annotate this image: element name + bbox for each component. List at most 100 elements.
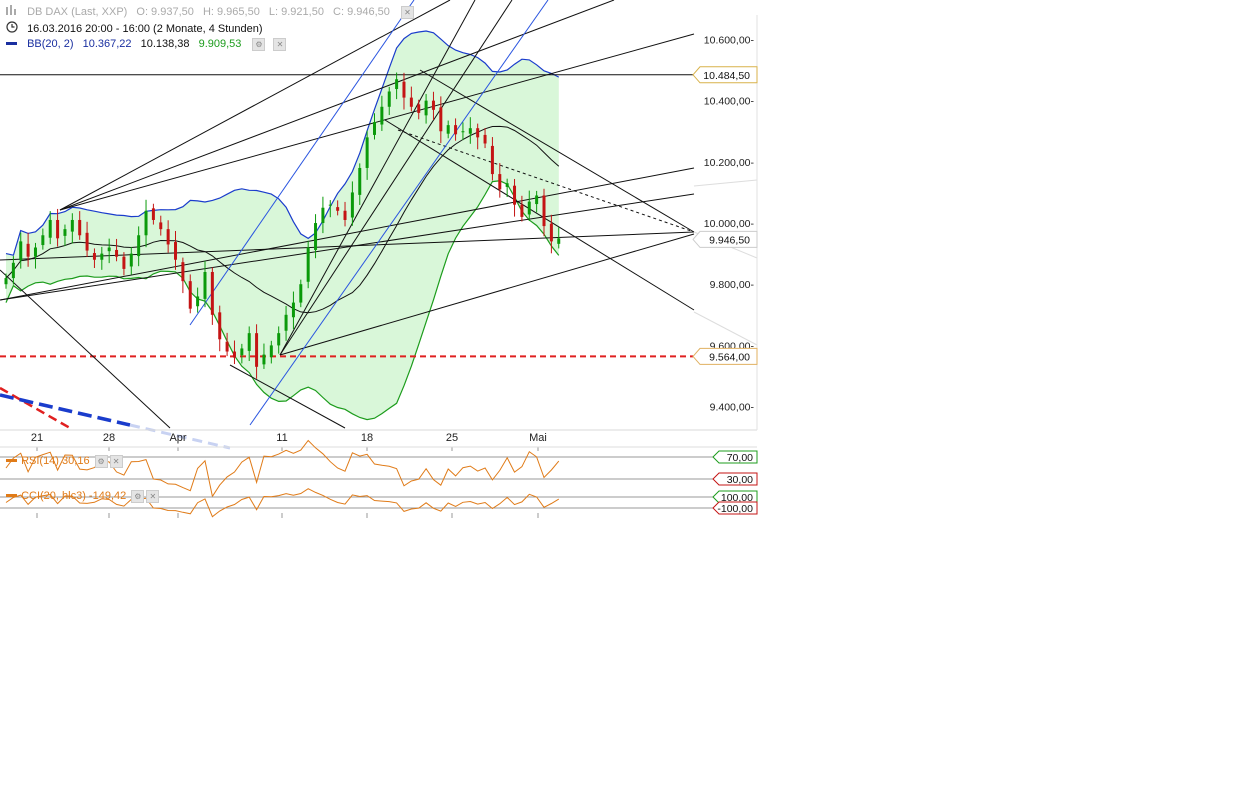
- candle-body: [358, 167, 362, 195]
- candle-body: [373, 122, 376, 135]
- candle-body: [232, 351, 236, 358]
- candle-body: [468, 128, 472, 134]
- instrument-name: DB DAX (Last, XXP): [27, 6, 128, 18]
- settings-icon[interactable]: ⚙: [131, 489, 145, 503]
- candle-body: [520, 204, 524, 217]
- clock-icon: [6, 21, 18, 37]
- trend-line: [0, 269, 171, 429]
- candle-body: [115, 249, 119, 257]
- candle-body: [181, 262, 185, 282]
- candle-body: [19, 241, 23, 261]
- candle-body: [387, 91, 391, 107]
- cci-label: CCI(20, hlc3): [21, 490, 86, 502]
- price-tick-label: 10.200,00-: [704, 157, 755, 169]
- close-icon[interactable]: ✕: [400, 5, 414, 19]
- rsi-line-icon: [6, 454, 18, 468]
- period-text: 16.03.2016 20:00 - 16:00 (2 Monate, 4 St…: [27, 22, 263, 35]
- candle-body: [284, 314, 288, 331]
- date-tick-label: Mai: [529, 432, 547, 444]
- cci-lower-label-text: -100,00: [717, 503, 753, 515]
- candle-body: [431, 100, 435, 110]
- candle-body: [483, 134, 487, 144]
- candle-body: [122, 256, 126, 269]
- candle-body: [166, 229, 170, 245]
- period-legend: 16.03.2016 20:00 - 16:00 (2 Monate, 4 St…: [6, 21, 269, 37]
- cci-line-icon: [6, 489, 18, 503]
- candle-body: [41, 235, 45, 246]
- cci-value: -149,42: [88, 490, 127, 502]
- candle-body: [439, 107, 443, 132]
- candle-body: [240, 348, 244, 356]
- candle: [181, 257, 185, 294]
- date-tick-label: 28: [103, 432, 115, 444]
- candle-body: [210, 271, 214, 315]
- instrument-legend: DB DAX (Last, XXP) O: 9.937,50 H: 9.965,…: [6, 5, 420, 19]
- price-tick-label: 9.800,00-: [710, 279, 755, 291]
- price-tick-label: 10.600,00-: [704, 34, 755, 46]
- candle-body: [262, 354, 266, 365]
- candle-body: [269, 345, 273, 358]
- candle-body: [85, 232, 89, 251]
- bb-middle: 10.138,38: [140, 38, 190, 50]
- candle-body: [402, 81, 406, 98]
- bb-legend: BB(20, 2) 10.367,22 10.138,38 9.909,53 ⚙…: [6, 37, 292, 51]
- bb-upper: 10.367,22: [82, 38, 132, 50]
- candle-body: [365, 137, 369, 168]
- date-tick-label: Apr: [169, 432, 186, 444]
- rsi-lower-label: 30,00: [712, 472, 758, 486]
- candle-body: [380, 106, 384, 125]
- date-tick-label: 25: [446, 432, 458, 444]
- candle-body: [188, 281, 192, 309]
- candle-body: [159, 222, 163, 230]
- candle-body: [395, 79, 399, 90]
- chart-icon: [6, 5, 18, 19]
- rsi-lower-label-text: 30,00: [727, 474, 753, 486]
- settings-icon[interactable]: ⚙: [252, 37, 266, 51]
- candle-body: [255, 333, 259, 367]
- bb-fill: [6, 31, 559, 420]
- date-tick-label: 18: [361, 432, 373, 444]
- candle-body: [129, 253, 133, 267]
- price-tick-label: 10.000,00-: [704, 218, 755, 230]
- candle-body: [4, 278, 8, 285]
- settings-icon[interactable]: ⚙: [94, 454, 108, 468]
- price-chart[interactable]: 10.600,00- 10.400,00- 10.200,00- 10.000,00-…: [0, 0, 1234, 812]
- candle-body: [424, 100, 428, 116]
- candle-body: [476, 128, 480, 138]
- price-label-support: 9.564,00: [692, 347, 758, 365]
- candle-body: [542, 195, 546, 227]
- candle-body: [336, 207, 340, 211]
- price-tick-label: 9.400,00-: [710, 402, 755, 414]
- rsi-value: 30,16: [62, 455, 90, 467]
- rsi-label: RSI(14): [21, 455, 59, 467]
- candle-body: [70, 219, 74, 232]
- candle-body: [409, 97, 413, 107]
- cci-lower-label: -100,00: [712, 501, 758, 515]
- bb-line-icon: [6, 37, 18, 51]
- candle-body: [490, 145, 494, 175]
- candle-body: [328, 204, 332, 206]
- trend-line: [693, 179, 758, 187]
- candle-body: [225, 341, 229, 352]
- remove-icon[interactable]: ✕: [146, 489, 160, 503]
- price-label-text: 9.946,50: [709, 234, 750, 246]
- candle-body: [48, 219, 52, 238]
- cci-legend: CCI(20, hlc3) -149,42 ⚙ ✕: [6, 489, 160, 503]
- candle-body: [33, 247, 37, 257]
- open-value: O: 9.937,50: [136, 6, 194, 18]
- candle-body: [306, 247, 310, 282]
- bb-lower: 9.909,53: [198, 38, 242, 50]
- rsi-upper-label: 70,00: [712, 450, 758, 464]
- candle-body: [505, 183, 509, 187]
- remove-icon[interactable]: ✕: [273, 37, 287, 51]
- candle-body: [299, 284, 303, 303]
- date-axis: 21 28 Apr 11 18 25 Mai: [0, 432, 757, 518]
- candle-body: [527, 201, 531, 215]
- low-value: L: 9.921,50: [268, 6, 324, 18]
- candle-body: [461, 131, 465, 133]
- candle-body: [343, 210, 347, 220]
- candle-body: [291, 302, 295, 318]
- price-label-resistance: 10.484,50: [692, 66, 758, 84]
- remove-icon[interactable]: ✕: [109, 454, 123, 468]
- candle-body: [26, 243, 30, 257]
